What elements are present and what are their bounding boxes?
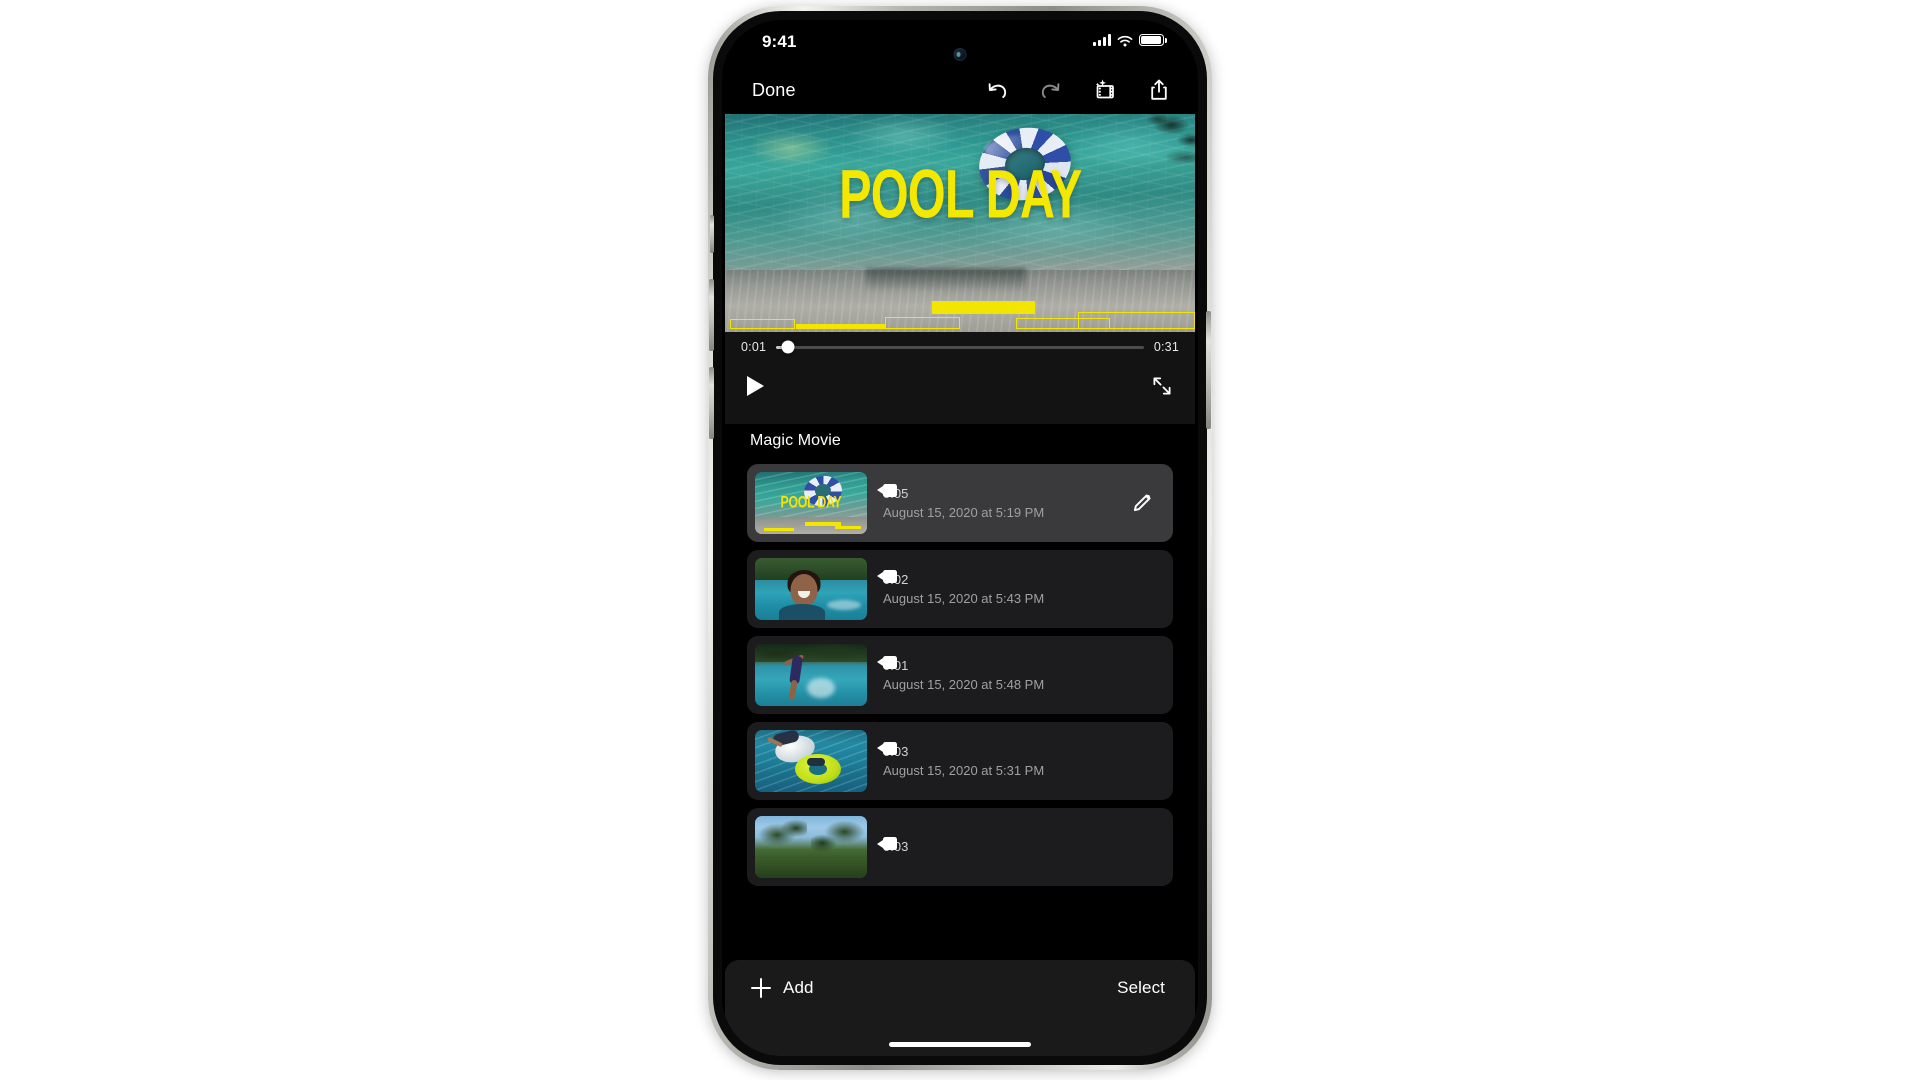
green-float-thumbnail[interactable]: [755, 730, 867, 792]
thumb-branch: [811, 816, 867, 856]
playback-controls-row: [725, 362, 1195, 410]
clip-duration: 0:01: [883, 656, 1044, 676]
clip-metadata: 0:03 August 15, 2020 at 5:31 PM: [877, 741, 1045, 781]
pool-day-title-overlay: POOL DAY: [725, 160, 1195, 229]
playback-scrubber-row: 0:01 0:31: [725, 332, 1195, 362]
home-indicator[interactable]: [889, 1042, 1031, 1047]
thumb-eq-bar: [764, 528, 794, 531]
player-panel-filler: [725, 410, 1195, 424]
eq-segment: [795, 324, 885, 329]
thumb-ground: [755, 858, 867, 878]
trees-and-sky-thumbnail[interactable]: [755, 816, 867, 878]
thumb-subject: [788, 679, 798, 701]
clip-metadata: 0:05 August 15, 2020 at 5:19 PM: [877, 483, 1045, 523]
share-icon[interactable]: [1146, 77, 1172, 103]
volume-down-button[interactable]: [709, 367, 714, 439]
yellow-waveform-overlay: [725, 301, 1195, 329]
clip-list-item[interactable]: 0:03 August 15, 2020 at 5:31 PM: [747, 722, 1173, 800]
eq-segment: [729, 319, 796, 329]
clip-date: August 15, 2020 at 5:31 PM: [883, 763, 1045, 778]
side-power-button[interactable]: [1206, 311, 1211, 429]
clip-metadata: 0:02 August 15, 2020 at 5:43 PM: [877, 569, 1045, 609]
thumb-water-splash: [827, 600, 861, 610]
child-jumping-into-pool-thumbnail[interactable]: [755, 644, 867, 706]
redo-icon[interactable]: [1038, 77, 1064, 103]
clip-metadata: 0:01 August 15, 2020 at 5:48 PM: [877, 655, 1045, 695]
undo-icon[interactable]: [984, 77, 1010, 103]
clip-date: August 15, 2020 at 5:19 PM: [883, 505, 1045, 520]
play-icon[interactable]: [747, 376, 764, 396]
clip-list-item[interactable]: 0:01 August 15, 2020 at 5:48 PM: [747, 636, 1173, 714]
thumb-water-splash: [806, 678, 835, 698]
iphone-device-frame: 9:41 Done POOL DAY 0:01 0:31 Magic Movie…: [708, 6, 1212, 1070]
clip-list-item[interactable]: 0:02 August 15, 2020 at 5:43 PM: [747, 550, 1173, 628]
wifi-icon: [1117, 34, 1133, 47]
status-bar-indicators: [1093, 34, 1167, 47]
deck-shadow: [866, 268, 1026, 292]
eq-segment: [931, 301, 1036, 314]
total-time-label: 0:31: [1153, 340, 1179, 354]
tree-foliage-corner: [1117, 114, 1195, 176]
clip-list-item[interactable]: 0:03: [747, 808, 1173, 886]
status-bar-clock: 9:41: [762, 32, 797, 51]
thumb-art: [755, 558, 867, 620]
scrubber-playhead[interactable]: [781, 340, 795, 354]
done-button[interactable]: Done: [752, 80, 796, 101]
clip-list-item[interactable]: POOL DAY 0:05 August 15, 2020 at 5:19 PM: [747, 464, 1173, 542]
thumb-branch: [757, 818, 807, 852]
add-button-label: Add: [783, 978, 814, 997]
thumb-eq-bar: [835, 526, 861, 529]
current-time-label: 0:01: [741, 340, 767, 354]
thumb-art: [755, 644, 867, 706]
device-bezel: 9:41 Done POOL DAY 0:01 0:31 Magic Movie…: [709, 11, 1211, 1065]
editor-top-toolbar: Done: [722, 66, 1198, 114]
expand-fullscreen-icon[interactable]: [1151, 375, 1173, 397]
clip-duration: 0:05: [883, 484, 1044, 504]
thumb-art: [755, 816, 867, 878]
magic-movie-icon[interactable]: [1092, 77, 1118, 103]
cellular-signal-icon: [1093, 34, 1111, 46]
clip-date: August 15, 2020 at 5:43 PM: [883, 591, 1045, 606]
clip-date: August 15, 2020 at 5:48 PM: [883, 677, 1045, 692]
pool-day-title-text: POOL DAY: [838, 156, 1082, 233]
scrubber-track[interactable]: [776, 340, 1144, 354]
thumb-subject: [807, 758, 825, 766]
thumb-art: [755, 730, 867, 792]
select-button[interactable]: Select: [1117, 978, 1165, 998]
thumb-subject: [790, 574, 818, 606]
eq-segment: [884, 317, 960, 329]
thumb-background: [755, 644, 867, 662]
eq-segment: [1077, 312, 1195, 329]
girl-swimming-thumbnail[interactable]: [755, 558, 867, 620]
top-toolbar-actions: [984, 77, 1172, 103]
section-title: Magic Movie: [750, 432, 841, 449]
mute-switch-button[interactable]: [710, 215, 714, 253]
clip-metadata: 0:03: [877, 837, 908, 857]
phone-screen: 9:41 Done POOL DAY 0:01 0:31 Magic Movie…: [722, 20, 1198, 1056]
clip-list[interactable]: POOL DAY 0:05 August 15, 2020 at 5:19 PM: [725, 464, 1195, 932]
add-button[interactable]: Add: [751, 978, 814, 998]
thumb-title-text: POOL DAY: [780, 492, 842, 513]
thumb-subject: [779, 604, 826, 620]
battery-icon: [1139, 34, 1167, 46]
volume-up-button[interactable]: [709, 279, 714, 351]
video-preview[interactable]: POOL DAY: [725, 114, 1195, 332]
front-camera-icon: [953, 48, 967, 61]
plus-icon: [751, 978, 771, 998]
clip-duration: 0:03: [883, 742, 1044, 762]
screenshot-canvas: 9:41 Done POOL DAY 0:01 0:31 Magic Movie…: [0, 0, 1920, 1080]
clip-duration: 0:02: [883, 570, 1044, 590]
pool-day-title-thumbnail[interactable]: POOL DAY: [755, 472, 867, 534]
pencil-edit-icon[interactable]: [1131, 492, 1153, 514]
